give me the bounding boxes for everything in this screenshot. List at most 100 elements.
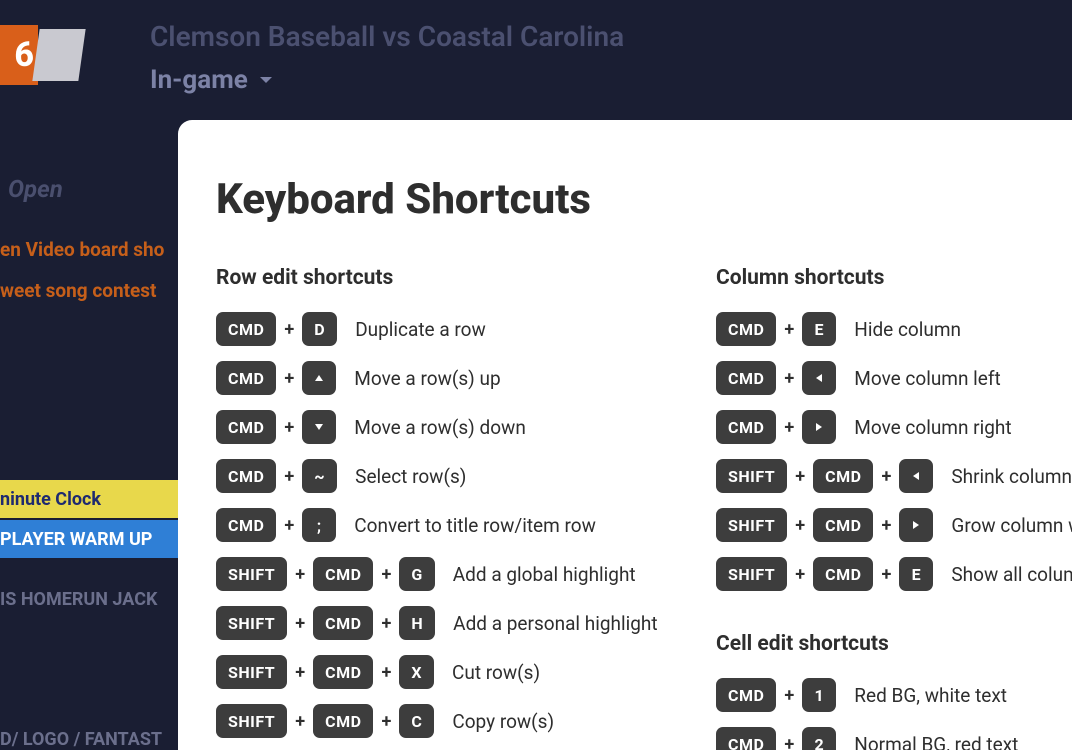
key-arrow-left [802,361,836,395]
key-combo: SHIFT+CMD+ [716,459,933,493]
plus-separator: + [776,368,802,389]
shortcut-description: Move a row(s) up [354,367,500,390]
section-title: Column shortcuts [716,266,1072,290]
key-cmd: CMD [716,361,776,395]
sidebar-link[interactable]: weet song contest [0,279,180,302]
key-cmd: CMD [813,459,873,493]
key-g: G [399,557,434,591]
key-cmd: CMD [716,410,776,444]
shortcut-row: SHIFT+CMD+HAdd a personal highlight [216,606,656,640]
shortcut-row: CMD+~Select row(s) [216,459,656,493]
key-cmd: CMD [716,312,776,346]
timeline-row[interactable]: PLAYER WARM UP [0,520,180,558]
timeline-row[interactable]: IS HOMERUN JACK [0,580,180,618]
modal-title: Keyboard Shortcuts [216,175,1012,224]
shortcut-description: Red BG, white text [854,684,1007,707]
shortcut-description: Move column right [854,416,1011,439]
timeline-row[interactable]: ninute Clock [0,480,180,518]
key-d: D [302,312,337,346]
plus-separator: + [276,515,302,536]
timeline-row[interactable]: D/ LOGO / FANTAST [0,720,180,750]
key-combo: CMD+2 [716,727,836,750]
arrow-right-icon [909,518,923,532]
plus-separator: + [287,564,313,585]
shortcut-description: Select row(s) [355,465,466,488]
key-shift: SHIFT [216,557,287,591]
arrow-right-icon [812,420,826,434]
plus-separator: + [776,319,802,340]
plus-separator: + [776,685,802,706]
key-e: E [899,557,933,591]
row-edit-section: Row edit shortcuts CMD+DDuplicate a rowC… [216,266,656,750]
key-combo: SHIFT+CMD+ [716,508,933,542]
shortcut-row: CMD+DDuplicate a row [216,312,656,346]
key-cmd: CMD [216,312,276,346]
logo-mascot [32,29,85,81]
key-cmd: CMD [313,606,373,640]
key-combo: SHIFT+CMD+X [216,655,434,689]
plus-separator: + [276,319,302,340]
key-h: H [399,606,435,640]
shortcut-row: CMD+1 Red BG, white text [716,678,1072,712]
key-shift: SHIFT [716,557,787,591]
key-1: 1 [802,678,836,712]
key-combo: CMD+ [716,361,836,395]
subnav-dropdown[interactable]: In-game [150,65,274,95]
shortcut-row: SHIFT+CMD+EShow all columns [716,557,1072,591]
shortcut-description: Copy row(s) [452,710,554,733]
key-x: X [399,655,434,689]
sidebar-open-label: Open [8,175,180,203]
plus-separator: + [276,368,302,389]
key-combo: CMD+1 [716,678,836,712]
shortcut-row: CMD+Move a row(s) down [216,410,656,444]
shortcut-row: CMD+ Move column right [716,410,1072,444]
key-arrow-down [302,410,336,444]
section-title: Cell edit shortcuts [716,632,1072,656]
key-combo: CMD+E [716,312,836,346]
plus-separator: + [873,564,899,585]
key-shift: SHIFT [216,655,287,689]
plus-separator: + [373,662,399,683]
key-cmd: CMD [216,508,276,542]
game-title: Clemson Baseball vs Coastal Carolina [150,20,624,53]
key-combo: SHIFT+CMD+E [716,557,933,591]
key-arrow-right [802,410,836,444]
plus-separator: + [873,466,899,487]
subnav-label: In-game [150,65,248,95]
key-combo: SHIFT+CMD+H [216,606,435,640]
shortcut-row: SHIFT+CMD+XCut row(s) [216,655,656,689]
arrow-down-icon [312,420,326,434]
plus-separator: + [276,417,302,438]
key-combo: CMD+D [216,312,337,346]
sidebar-link[interactable]: en Video board sho [0,238,180,261]
key-shift: SHIFT [216,704,287,738]
plus-separator: + [373,564,399,585]
key-shift: SHIFT [716,508,787,542]
key-combo: CMD+; [216,508,336,542]
arrow-left-icon [812,371,826,385]
key-arrow-right [899,508,933,542]
plus-separator: + [373,613,399,634]
key-c: C [399,704,434,738]
key-cmd: CMD [716,678,776,712]
section-title: Row edit shortcuts [216,266,656,290]
shortcut-description: Move column left [854,367,1000,390]
plus-separator: + [287,711,313,732]
plus-separator: + [287,662,313,683]
cell-edit-section: Cell edit shortcuts CMD+1Red BG, white t… [716,632,1072,750]
plus-separator: + [787,564,813,585]
key-shift: SHIFT [216,606,287,640]
key-cmd: CMD [813,508,873,542]
key-cmd: CMD [313,557,373,591]
shortcut-row: CMD+E Hide column [716,312,1072,346]
plus-separator: + [776,417,802,438]
shortcut-row: CMD+;Convert to title row/item row [216,508,656,542]
plus-separator: + [373,711,399,732]
key-shift: SHIFT [716,459,787,493]
plus-separator: + [776,734,802,750]
key-cmd: CMD [216,459,276,493]
key-2: 2 [802,727,836,750]
shortcut-row: CMD+ Move column left [716,361,1072,395]
shortcut-description: Hide column [854,318,961,341]
key-cmd: CMD [216,361,276,395]
